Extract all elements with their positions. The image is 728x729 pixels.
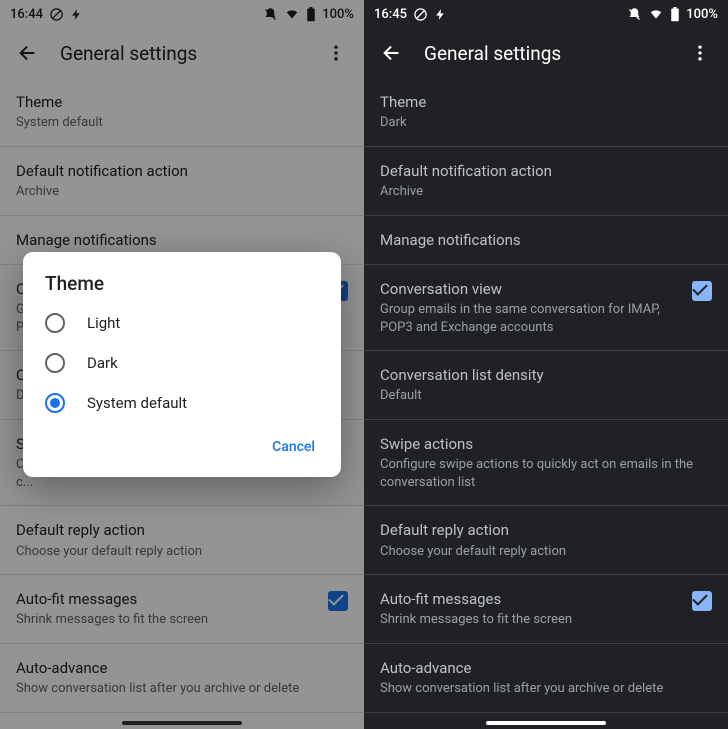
nav-pill[interactable] [122, 721, 242, 725]
setting-density[interactable]: Conversation list densityDefault [364, 351, 728, 419]
dnd-off-icon [413, 7, 428, 22]
theme-option-system-default[interactable]: System default [23, 383, 341, 423]
page-title: General settings [424, 42, 668, 65]
battery-icon [670, 7, 680, 22]
clock: 16:45 [374, 7, 407, 22]
setting-conversation-view[interactable]: Conversation viewGroup emails in the sam… [364, 265, 728, 350]
setting-auto-fit-messages[interactable]: Auto-fit messagesShrink messages to fit … [364, 575, 728, 643]
theme-option-dark[interactable]: Dark [23, 343, 341, 383]
back-button[interactable] [372, 33, 412, 73]
screen-light: 16:44 100% General settings ThemeSystem … [0, 0, 364, 729]
wifi-icon [648, 7, 664, 21]
checkbox[interactable] [692, 591, 712, 611]
overflow-menu-button[interactable] [680, 33, 720, 73]
setting-default-notification-action[interactable]: Default notification actionArchive [364, 147, 728, 215]
bell-off-icon [627, 7, 642, 22]
option-label: Light [87, 314, 120, 332]
bolt-icon [434, 8, 447, 21]
nav-pill[interactable] [486, 721, 606, 725]
dialog-title: Theme [23, 272, 341, 303]
setting-default-reply-action[interactable]: Default reply actionChoose your default … [364, 506, 728, 574]
radio-icon [45, 313, 65, 333]
more-vert-icon [690, 43, 710, 63]
option-label: Dark [87, 354, 118, 372]
dialog-scrim[interactable]: Theme Light Dark System default Cancel [0, 0, 364, 729]
theme-option-light[interactable]: Light [23, 303, 341, 343]
checkbox[interactable] [692, 281, 712, 301]
cancel-button[interactable]: Cancel [262, 431, 325, 463]
settings-list: ThemeDark Default notification actionArc… [364, 78, 728, 729]
app-bar: General settings [364, 28, 728, 78]
status-bar: 16:45 100% [364, 0, 728, 28]
screen-dark: 16:45 100% General settings ThemeDark De… [364, 0, 728, 729]
radio-icon [45, 353, 65, 373]
arrow-back-icon [381, 42, 403, 64]
battery-pct: 100% [686, 7, 718, 22]
theme-dialog: Theme Light Dark System default Cancel [23, 252, 341, 477]
radio-icon [45, 393, 65, 413]
setting-manage-notifications[interactable]: Manage notifications [364, 216, 728, 264]
setting-theme[interactable]: ThemeDark [364, 78, 728, 146]
option-label: System default [87, 394, 187, 412]
setting-swipe-actions[interactable]: Swipe actionsConfigure swipe actions to … [364, 420, 728, 505]
setting-auto-advance[interactable]: Auto-advanceShow conversation list after… [364, 644, 728, 712]
